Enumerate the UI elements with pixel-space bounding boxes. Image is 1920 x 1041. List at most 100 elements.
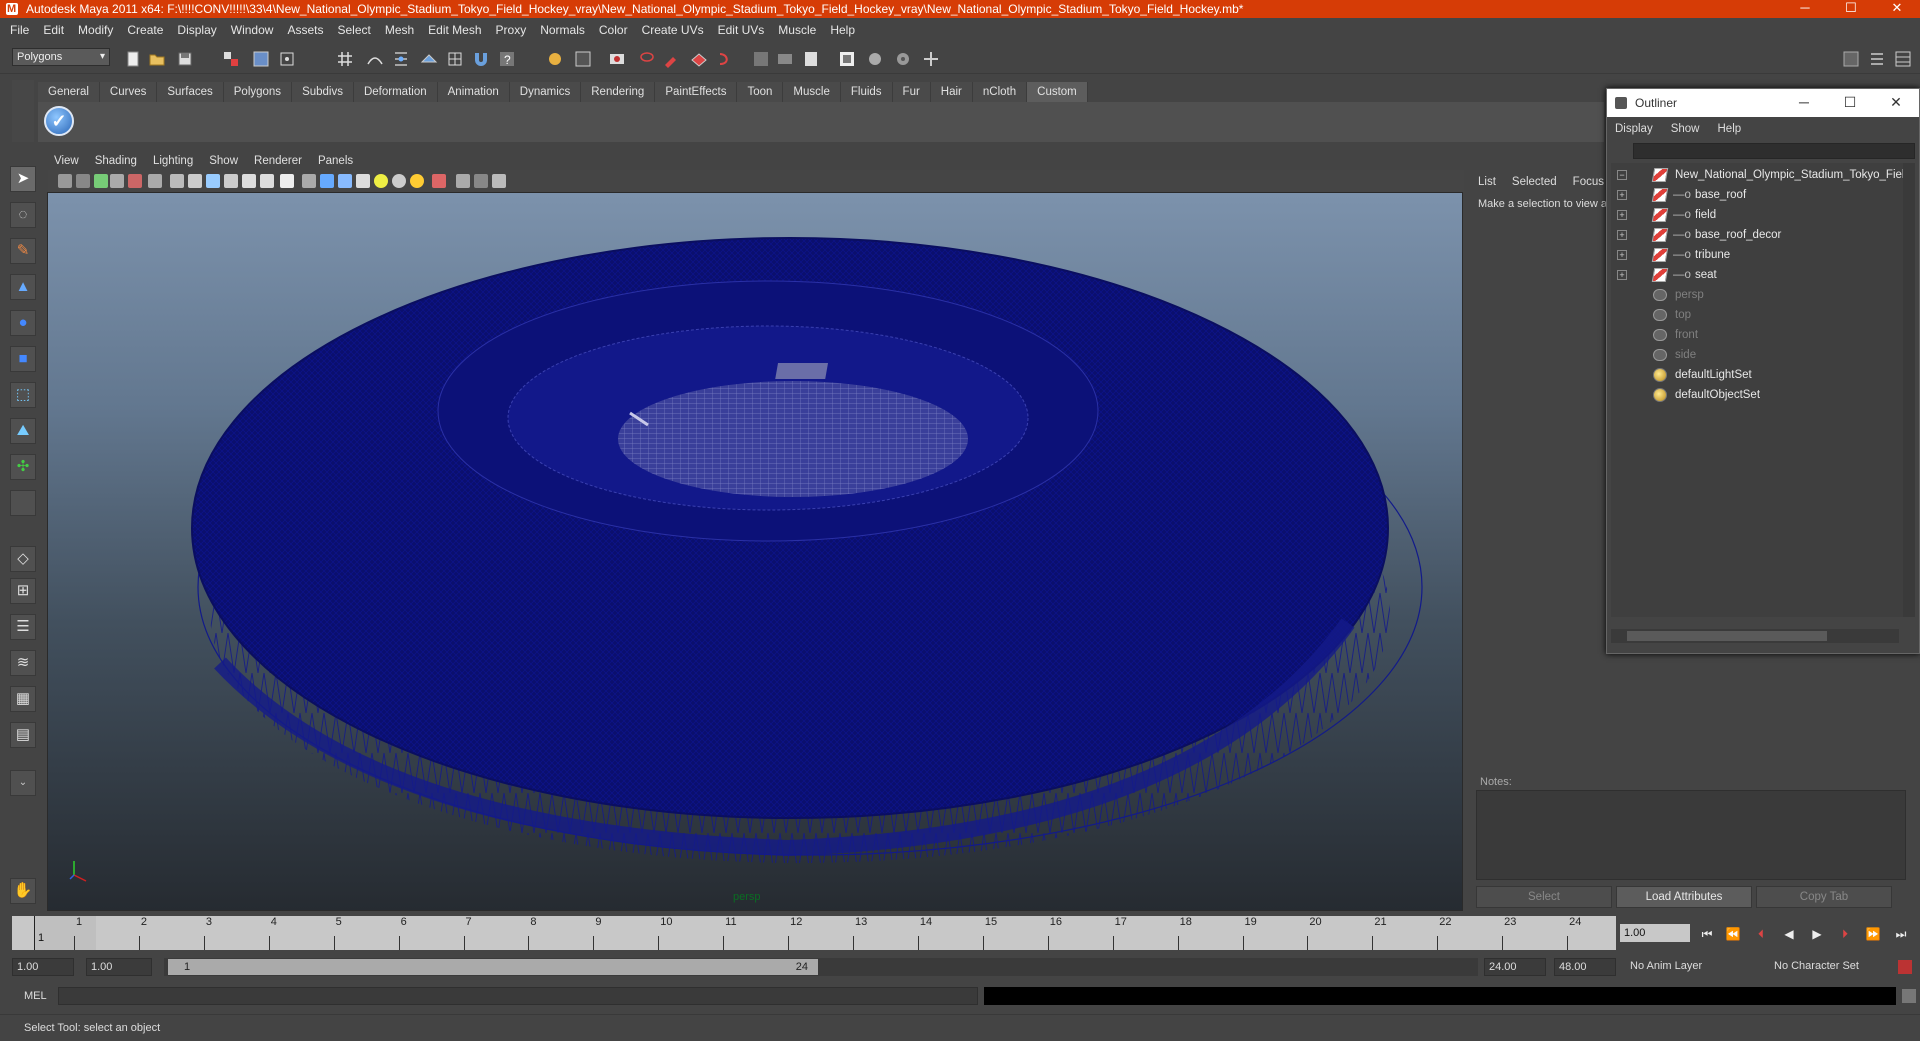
scale-tool-button[interactable]: ■	[10, 346, 36, 372]
outliner-item[interactable]: front	[1611, 325, 1903, 345]
step-forward-frame-icon[interactable]: ⏵	[1836, 926, 1854, 942]
anim-layer-dropdown[interactable]: No Anim Layer	[1630, 960, 1702, 972]
film-gate-icon[interactable]	[188, 174, 202, 188]
ipr-render-icon[interactable]	[608, 50, 626, 68]
outliner-menu-help[interactable]: Help	[1718, 123, 1742, 135]
snap-point-icon[interactable]	[392, 50, 410, 68]
shelf-tab-deformation[interactable]: Deformation	[353, 82, 438, 102]
select-camera-icon[interactable]	[58, 174, 72, 188]
menu-create[interactable]: Create	[127, 23, 163, 37]
shelf-tab-rendering[interactable]: Rendering	[581, 82, 656, 102]
menu-create-uvs[interactable]: Create UVs	[642, 23, 704, 37]
panel-menu-lighting[interactable]: Lighting	[153, 155, 193, 167]
auto-key-icon[interactable]	[1898, 960, 1912, 974]
go-to-end-icon[interactable]: ⏭	[1892, 926, 1910, 942]
gate-mask-icon[interactable]	[224, 174, 238, 188]
snap-magnet-icon[interactable]	[472, 50, 490, 68]
construction-history-icon[interactable]	[546, 50, 564, 68]
shelf-tab-ncloth[interactable]: nCloth	[972, 82, 1028, 102]
animation-start-field[interactable]: 1.00	[12, 958, 74, 976]
select-button[interactable]: Select	[1476, 886, 1612, 908]
minimize-button[interactable]: ─	[1782, 0, 1828, 18]
help-question-icon[interactable]: ?	[498, 50, 516, 68]
universal-manipulator-button[interactable]: ⬚	[10, 382, 36, 408]
script-editor-icon[interactable]	[1902, 989, 1916, 1003]
snap-view-plane-icon[interactable]	[420, 50, 438, 68]
outliner-item[interactable]: + —o base_roof	[1611, 185, 1903, 205]
play-backwards-icon[interactable]: ◀	[1780, 926, 1798, 942]
select-tool-button[interactable]: ➤	[10, 166, 36, 192]
menu-set-dropdown[interactable]: Polygons	[12, 48, 110, 66]
snap-grid-icon[interactable]	[336, 50, 354, 68]
default-lighting-icon[interactable]	[374, 174, 388, 188]
lasso-tool-button[interactable]: ◌	[10, 202, 36, 228]
lasso-select-icon[interactable]	[638, 50, 656, 68]
menu-normals[interactable]: Normals	[540, 23, 585, 37]
make-live-icon[interactable]	[446, 50, 464, 68]
shelf-tab-painteffects[interactable]: PaintEffects	[655, 82, 738, 102]
outliner-item[interactable]: defaultLightSet	[1611, 365, 1903, 385]
open-scene-icon[interactable]	[148, 50, 166, 68]
time-slider[interactable]: 1 1 2 3 4 5 6 7 8 9 10 11 12 13 14 15 16 17 18 19 20 21 22 23 24	[12, 916, 1616, 950]
menu-file[interactable]: File	[10, 23, 29, 37]
last-tool-button[interactable]	[10, 490, 36, 516]
smooth-shade-icon[interactable]	[320, 174, 334, 188]
outliner-item[interactable]: + —o seat	[1611, 265, 1903, 285]
shelf-tab-toon[interactable]: Toon	[737, 82, 784, 102]
step-forward-key-icon[interactable]: ⏩	[1864, 926, 1882, 942]
copy-tab-button[interactable]: Copy Tab	[1756, 886, 1892, 908]
toggle-tool-settings-icon[interactable]	[1868, 50, 1886, 68]
save-scene-icon[interactable]	[176, 50, 194, 68]
step-back-key-icon[interactable]: ⏪	[1724, 926, 1742, 942]
isolate-select-icon[interactable]	[432, 174, 446, 188]
panel-menu-renderer[interactable]: Renderer	[254, 155, 302, 167]
menu-muscle[interactable]: Muscle	[778, 23, 816, 37]
new-scene-icon[interactable]	[124, 50, 142, 68]
mel-language-toggle[interactable]: MEL	[24, 990, 47, 1002]
safe-action-icon[interactable]	[260, 174, 274, 188]
soft-select-icon[interactable]	[690, 50, 708, 68]
paint-select-tool-button[interactable]: ✎	[10, 238, 36, 264]
attr-tab-selected[interactable]: Selected	[1512, 176, 1557, 188]
outliner-horizontal-scrollbar[interactable]	[1611, 629, 1899, 643]
step-back-frame-icon[interactable]: ⏴	[1752, 926, 1770, 942]
outliner-item[interactable]: persp	[1611, 285, 1903, 305]
layout-custom-button[interactable]: ▤	[10, 722, 36, 748]
load-attributes-button[interactable]: Load Attributes	[1616, 886, 1752, 908]
outliner-item[interactable]: + —o tribune	[1611, 245, 1903, 265]
wireframe-icon[interactable]	[302, 174, 316, 188]
expand-icon[interactable]: +	[1617, 210, 1627, 220]
outliner-item[interactable]: + —o field	[1611, 205, 1903, 225]
outliner-maximize-button[interactable]: ☐	[1827, 89, 1873, 115]
menu-help[interactable]: Help	[830, 23, 855, 37]
menu-assets[interactable]: Assets	[287, 23, 323, 37]
outliner-minimize-button[interactable]: ─	[1781, 89, 1827, 115]
outliner-menu-display[interactable]: Display	[1615, 123, 1653, 135]
attr-tab-list[interactable]: List	[1478, 176, 1496, 188]
outliner-item[interactable]: side	[1611, 345, 1903, 365]
shelf-options[interactable]	[12, 80, 34, 142]
bookmark-icon[interactable]	[94, 174, 108, 188]
playback-start-field[interactable]: 1.00	[86, 958, 152, 976]
collapse-icon[interactable]: −	[1617, 170, 1627, 180]
safe-title-icon[interactable]	[280, 174, 294, 188]
menu-display[interactable]: Display	[177, 23, 216, 37]
outliner-item[interactable]: − New_National_Olympic_Stadium_Tokyo_Fiel…	[1611, 165, 1903, 185]
xray-components-icon[interactable]	[492, 174, 506, 188]
all-lights-icon[interactable]	[392, 174, 406, 188]
attr-tab-focus[interactable]: Focus	[1573, 176, 1604, 188]
panel-menu-panels[interactable]: Panels	[318, 155, 353, 167]
wireframe-on-shaded-icon[interactable]	[338, 174, 352, 188]
mel-command-input[interactable]	[58, 987, 978, 1005]
shelf-tab-custom[interactable]: Custom	[1027, 82, 1088, 102]
toggle-attribute-editor-icon[interactable]	[1842, 50, 1860, 68]
menu-edit[interactable]: Edit	[43, 23, 64, 37]
grease-pencil-icon[interactable]	[148, 174, 162, 188]
menu-modify[interactable]: Modify	[78, 23, 113, 37]
snap-curve-icon[interactable]	[366, 50, 384, 68]
textured-icon[interactable]	[356, 174, 370, 188]
shelf-tab-fluids[interactable]: Fluids	[840, 82, 893, 102]
select-hierarchy-icon[interactable]	[222, 50, 240, 68]
layout-outliner-button[interactable]: ☰	[10, 614, 36, 640]
shelf-tab-subdivs[interactable]: Subdivs	[292, 82, 354, 102]
